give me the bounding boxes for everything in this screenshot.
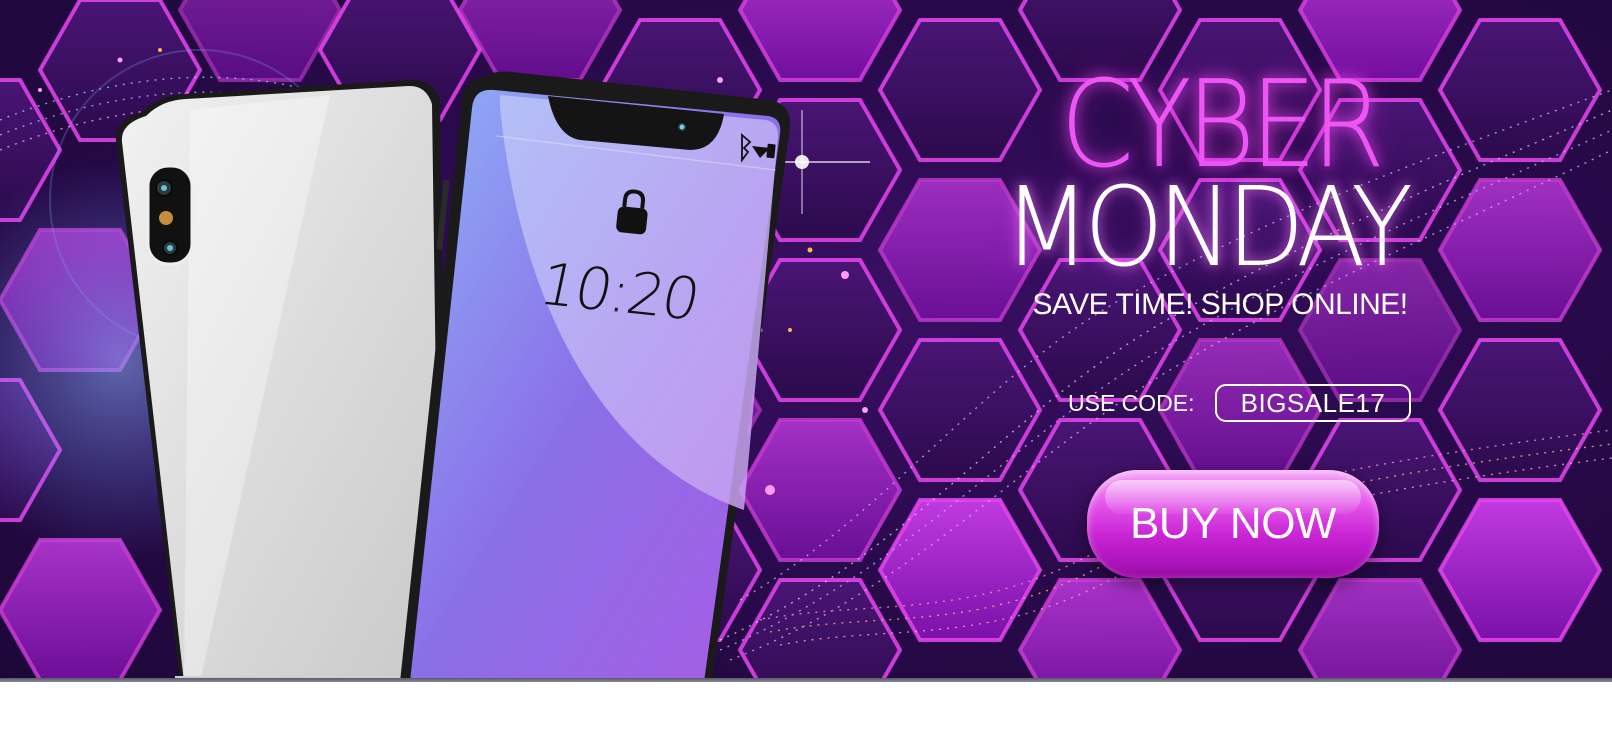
promo-text-area: CYBER MONDAY SAVE TIME! SHOP ONLINE! USE…	[0, 0, 1612, 682]
tagline: SAVE TIME! SHOP ONLINE!	[1032, 288, 1408, 321]
title-monday: MONDAY	[1003, 163, 1413, 291]
promo-code-box[interactable]: BIGSALE17	[1215, 384, 1411, 422]
buy-now-label: BUY NOW	[1130, 499, 1336, 548]
buy-now-button[interactable]: BUY NOW	[1087, 470, 1379, 578]
cyber-monday-banner: 10:20 CYBER MONDAY SAVE TIME! SHOP ONLIN…	[0, 0, 1612, 682]
promo-code-label: USE CODE:	[1068, 390, 1195, 416]
promo-code-value: BIGSALE17	[1240, 387, 1386, 418]
